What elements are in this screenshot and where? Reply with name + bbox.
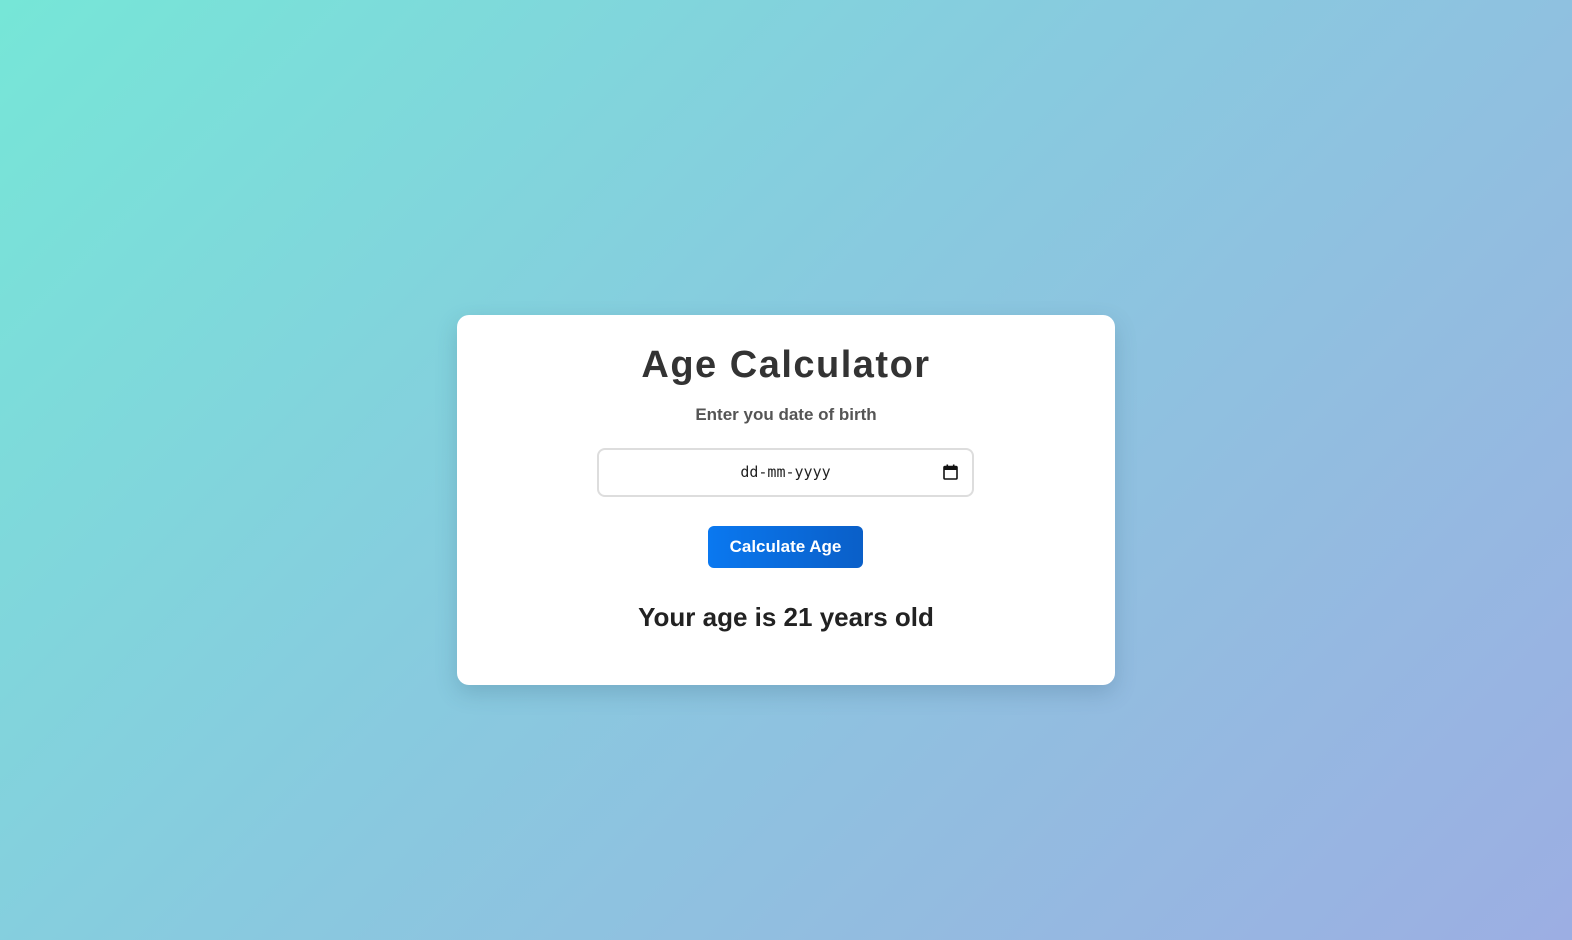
date-of-birth-prompt: Enter you date of birth [695,405,877,424]
date-input-placeholder[interactable]: dd-mm-yyyy [599,450,972,495]
date-of-birth-input[interactable]: dd-mm-yyyy [597,448,974,497]
calculate-age-button[interactable]: Calculate Age [708,526,863,568]
age-calculator-card: Age Calculator Enter you date of birth d… [457,315,1115,685]
calendar-icon[interactable] [943,464,958,480]
page-title: Age Calculator [641,344,931,386]
age-result: Your age is 21 years old [638,602,934,632]
